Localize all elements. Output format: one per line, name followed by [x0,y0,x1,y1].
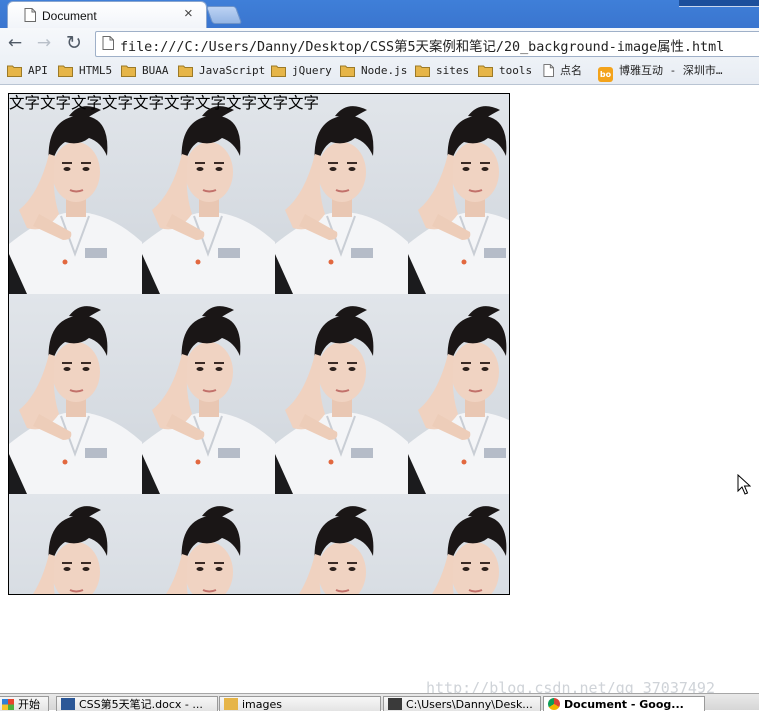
tab-document[interactable]: Document × [7,1,207,29]
bookmark-dianming[interactable]: 点名 [543,62,582,80]
terminal-icon [388,698,402,710]
back-button[interactable]: ← [4,32,26,54]
folder-icon [415,65,430,77]
forward-arrow-icon: → [36,33,52,53]
taskbar-item-label: CSS第5天笔记.docx - ... [79,698,203,711]
box-text: 文字文字文字文字文字文字文字文字文字文字 [9,94,320,112]
folder-icon [58,65,73,77]
address-bar[interactable]: file:///C:/Users/Danny/Desktop/CSS第5天案例和… [95,31,759,57]
forward-button[interactable]: → [33,32,55,54]
background-tile [275,94,408,294]
bookmark-jquery[interactable]: jQuery [271,62,332,80]
tab-title: Document [42,9,97,23]
background-tile [142,294,275,494]
background-tile [275,494,408,594]
bookmark-label: tools [499,64,533,77]
reload-button[interactable]: ↻ [63,32,85,54]
taskbar-item-label: images [242,698,282,711]
back-arrow-icon: ← [7,33,23,53]
background-tile [408,294,509,494]
folder-icon [121,65,136,77]
page-icon [543,64,554,77]
bookmark-buaa[interactable]: BUAA [121,62,169,80]
new-tab-button[interactable] [205,6,243,24]
bookmark-label: JavaScript [199,64,266,77]
browser-toolbar: ← → ↻ file:///C:/Users/Danny/Desktop/CSS… [0,28,759,58]
start-label: 开始 [18,698,40,711]
url-text[interactable]: file:///C:/Users/Danny/Desktop/CSS第5天案例和… [120,35,724,55]
bookmark-label: 博雅互动 - 深圳市… [619,64,723,77]
folder-icon [7,65,22,77]
folder-icon [271,65,286,77]
bookmark-api[interactable]: API [7,62,48,80]
page-icon [102,36,114,50]
chrome-icon [548,698,560,710]
bookmark-label: jQuery [292,64,332,77]
background-tile [142,494,275,594]
bookmark-boyaa[interactable]: bo 博雅互动 - 深圳市… [598,62,723,82]
bookmark-javascript[interactable]: JavaScript [178,62,265,80]
folder-icon [340,65,355,77]
background-image-box: 文字文字文字文字文字文字文字文字文字文字 [8,93,510,595]
mouse-cursor-icon [737,474,751,495]
bookmark-nodejs[interactable]: Node.js [340,62,407,80]
taskbar: 开始 CSS第5天笔记.docx - ... images C:\Users\D… [0,693,759,711]
bookmark-label: sites [436,64,470,77]
background-tile [9,94,142,294]
background-tile [408,94,509,294]
close-icon[interactable]: × [184,6,193,22]
bookmark-label: 点名 [560,64,582,77]
page-icon [24,8,36,22]
bookmark-label: Node.js [361,64,408,77]
taskbar-item-label: Document - Goog... [564,698,684,711]
folder-icon [478,65,493,77]
background-tile [9,294,142,494]
tab-strip: Document × [0,0,759,29]
bookmark-html5[interactable]: HTML5 [58,62,112,80]
word-icon [61,698,75,710]
window-controls[interactable] [679,0,759,7]
folder-icon [224,698,238,710]
background-tile [9,494,142,594]
windows-logo-icon [2,699,14,710]
taskbar-item-label: C:\Users\Danny\Desk... [406,698,533,711]
bookmark-sites[interactable]: sites [415,62,469,80]
bookmark-label: API [28,64,48,77]
background-tile [275,294,408,494]
reload-icon: ↻ [66,32,82,54]
background-tile [142,94,275,294]
bookmark-label: HTML5 [79,64,113,77]
boyaa-icon: bo [598,67,613,82]
folder-icon [178,65,193,77]
bookmark-tools[interactable]: tools [478,62,532,80]
bookmarks-bar: API HTML5 BUAA JavaScript jQuery Node.js… [0,58,759,85]
bookmark-label: BUAA [142,64,169,77]
background-tile [408,494,509,594]
